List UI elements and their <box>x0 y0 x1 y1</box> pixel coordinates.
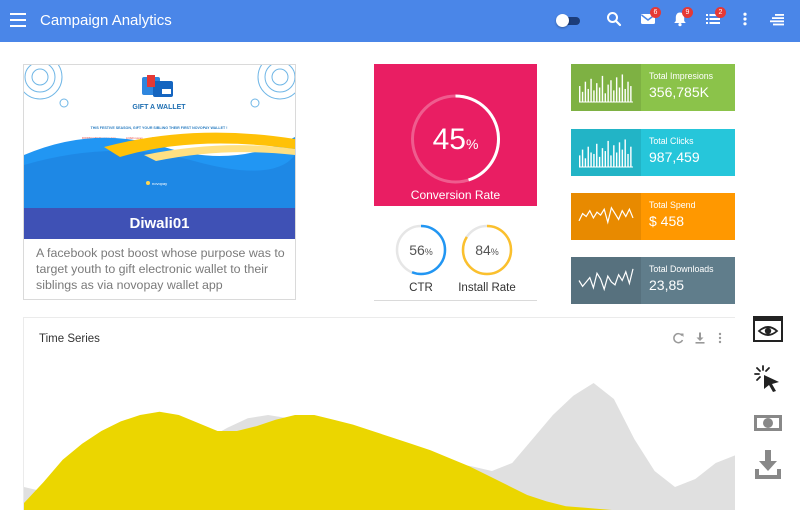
sparkline-bar <box>584 158 587 167</box>
sort-menu-icon[interactable] <box>769 11 789 31</box>
conversion-unit: % <box>466 136 478 152</box>
sparkline-bar <box>615 77 618 102</box>
sparkline-bar <box>598 87 601 102</box>
sparkline-bar <box>621 74 624 102</box>
search-icon[interactable] <box>606 11 626 31</box>
svg-text:45%: 45% <box>433 123 479 156</box>
mail-icon[interactable]: 6 <box>640 7 661 31</box>
menu-icon[interactable] <box>10 13 26 27</box>
sparkline-bar <box>618 87 621 102</box>
sparkline-bar <box>579 86 581 102</box>
conversion-label: Conversion Rate <box>410 188 501 202</box>
sparkline-bar <box>596 143 598 167</box>
stat-value: 23,85 <box>649 277 685 293</box>
stat-name: Total Clicks <box>649 136 694 146</box>
sparkline-bar <box>593 90 595 102</box>
sparkline-bar <box>581 91 584 102</box>
sparkline-bar <box>610 80 612 102</box>
sparkline-bar <box>615 152 618 167</box>
sparkline-bar <box>607 84 609 102</box>
creative-tagline: THIS FESTIVE SEASON, GIFT YOUR SIBLING T… <box>91 126 228 130</box>
click-cursor-icon[interactable] <box>751 362 785 394</box>
notifications-icon[interactable]: 9 <box>672 7 693 31</box>
install-value: 84 <box>475 242 491 258</box>
sparkline-bar <box>618 142 621 167</box>
tasks-badge: 2 <box>715 7 726 18</box>
sparkline-bar <box>624 139 626 167</box>
stat-tile-clicks[interactable]: Total Clicks 987,459 <box>571 129 735 176</box>
sparkline-bar <box>604 151 606 167</box>
clicks-sparkline <box>571 129 641 176</box>
sparkline-bar <box>613 145 615 167</box>
stat-value: 987,459 <box>649 149 700 165</box>
sparkline-bar <box>596 83 598 102</box>
rate-gauges: 56% 84% CTR Install Rate <box>374 214 537 301</box>
stat-value: $ 458 <box>649 213 685 229</box>
sparkline-bar <box>587 146 589 167</box>
app-bar: Campaign Analytics 6 9 2 <box>0 0 800 42</box>
sparkline-bar <box>590 152 592 167</box>
svg-text:56%: 56% <box>409 242 433 258</box>
sparkline-bar <box>621 149 624 167</box>
theme-toggle[interactable] <box>556 14 580 27</box>
stat-value: 356,785K <box>649 84 709 100</box>
sparkline-bar <box>604 93 606 102</box>
view-icon[interactable] <box>751 313 785 345</box>
sparkline-bar <box>630 86 632 102</box>
sparkline-bar <box>584 81 587 102</box>
creative-headline: GIFT A WALLET <box>132 104 186 111</box>
impressions-sparkline <box>571 64 641 111</box>
spend-sparkline <box>571 193 641 240</box>
time-series-card: Time Series <box>23 317 735 510</box>
sparkline-bar <box>593 153 595 167</box>
campaign-creative-image: GIFT A WALLET THIS FESTIVE SEASON, GIFT … <box>24 65 295 208</box>
sparkline-bar <box>630 146 632 167</box>
campaign-card[interactable]: GIFT A WALLET THIS FESTIVE SEASON, GIFT … <box>23 64 296 300</box>
download-icon[interactable] <box>751 447 785 479</box>
stat-tile-downloads[interactable]: Total Downloads 23,85 <box>571 257 735 304</box>
tasks-icon[interactable]: 2 <box>705 7 726 31</box>
stat-name: Total Downloads <box>649 264 714 274</box>
app-title: Campaign Analytics <box>40 12 172 29</box>
sparkline-bar <box>601 148 604 167</box>
ctr-label: CTR <box>409 282 433 294</box>
money-icon[interactable] <box>751 407 785 439</box>
stat-tile-impressions[interactable]: Total Impresions 356,785K <box>571 64 735 111</box>
ctr-unit: % <box>425 247 433 257</box>
conversion-value: 45 <box>433 123 466 156</box>
sparkline-bar <box>627 153 629 167</box>
sparkline-bar <box>598 156 601 167</box>
sparkline-bar <box>624 88 626 102</box>
sparkline-bar <box>613 90 615 102</box>
stat-name: Total Spend <box>649 200 696 210</box>
sparkline-line <box>578 268 634 292</box>
downloads-sparkline <box>571 257 641 304</box>
sparkline-bar <box>590 78 592 102</box>
stat-tile-spend[interactable]: Total Spend $ 458 <box>571 193 735 240</box>
install-rate-label: Install Rate <box>458 282 516 294</box>
sparkline-bar <box>579 155 581 167</box>
sparkline-bar <box>610 155 612 167</box>
svg-text:84%: 84% <box>475 242 499 258</box>
ctr-value: 56 <box>409 242 425 258</box>
sparkline-bar <box>601 75 604 102</box>
campaign-name: Diwali01 <box>24 208 295 239</box>
stat-name: Total Impresions <box>649 71 714 81</box>
sparkline-bar <box>581 149 584 167</box>
install-unit: % <box>491 247 499 257</box>
notifications-badge: 9 <box>682 7 693 18</box>
creative-brand: novopay <box>152 181 167 186</box>
campaign-description: A facebook post boost whose purpose was … <box>36 246 285 292</box>
sparkline-line <box>578 206 634 225</box>
mail-badge: 6 <box>650 7 661 18</box>
sparkline-bar <box>627 81 629 102</box>
more-vert-icon[interactable] <box>737 11 757 31</box>
sparkline-bar <box>607 140 609 167</box>
sparkline-bar <box>587 88 589 102</box>
conversion-rate-card: 45% Conversion Rate <box>374 64 537 206</box>
